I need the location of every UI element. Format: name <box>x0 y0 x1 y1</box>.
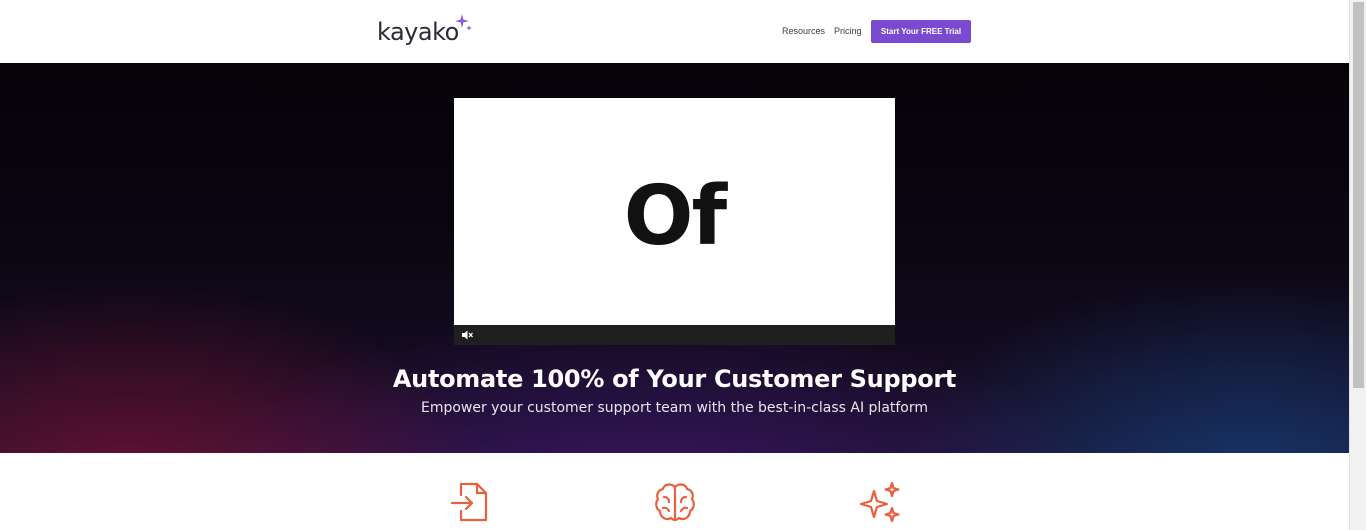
page: kayako Resources Pricing Start Your FREE… <box>0 0 1349 530</box>
hero-title: Automate 100% of Your Customer Support <box>392 365 957 393</box>
features-section <box>0 453 1349 530</box>
sparkles-icon <box>859 481 900 523</box>
nav-pricing-link[interactable]: Pricing <box>834 26 862 36</box>
hero-section: Of Automate 100% of Your Customer Suppor… <box>0 63 1349 453</box>
nav-resources-link[interactable]: Resources <box>782 26 825 36</box>
brain-icon <box>655 483 695 522</box>
logo-wordmark: kayako <box>377 18 459 46</box>
sparkle-icon <box>454 14 472 31</box>
mute-icon[interactable] <box>462 330 473 340</box>
video-frame-text: Of <box>623 169 727 264</box>
page-scrollbar[interactable] <box>1349 0 1366 530</box>
scrollbar-thumb[interactable] <box>1353 2 1364 388</box>
hero-video[interactable]: Of <box>454 98 895 345</box>
hero-subtitle: Empower your customer support team with … <box>420 400 929 416</box>
site-header: kayako Resources Pricing Start Your FREE… <box>0 0 1349 63</box>
document-import-icon <box>450 482 488 522</box>
kayako-logo[interactable]: kayako <box>377 14 473 47</box>
start-free-trial-button[interactable]: Start Your FREE Trial <box>871 20 971 43</box>
video-controls-bar <box>454 325 895 345</box>
